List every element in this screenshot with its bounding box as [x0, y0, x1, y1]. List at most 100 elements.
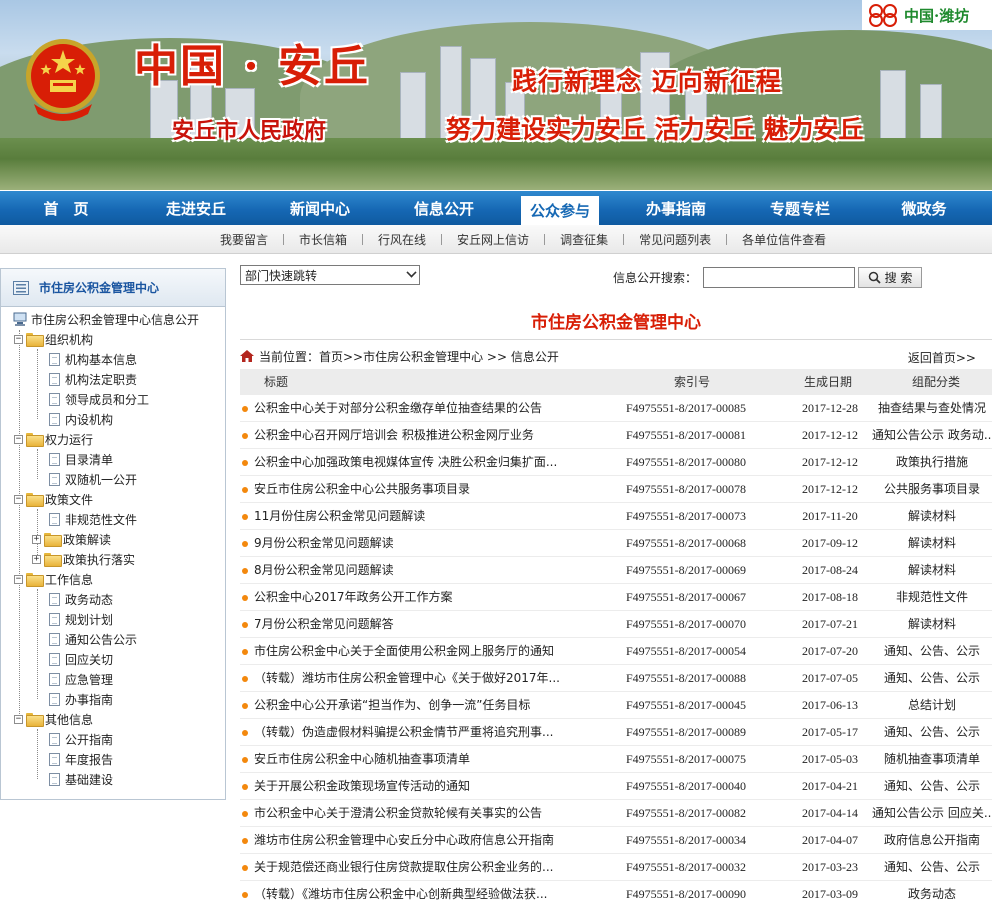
table-row[interactable]: 市住房公积金中心关于全面使用公积金网上服务厅的通知 F4975551-8/2017…	[240, 638, 992, 665]
table-row[interactable]: 关于开展公积金政策现场宣传活动的通知 F4975551-8/2017-00040 2…	[240, 773, 992, 800]
row-title-link[interactable]: 11月份住房公积金常见问题解读	[254, 503, 584, 530]
row-title-link[interactable]: 关于开展公积金政策现场宣传活动的通知	[254, 773, 584, 800]
table-row[interactable]: 8月份公积金常见问题解读 F4975551-8/2017-00069 2017-08…	[240, 557, 992, 584]
tree-item-plans[interactable]: 规划计划	[49, 609, 113, 629]
tree-item-internal-units[interactable]: 内设机构	[49, 409, 113, 429]
tree-item-catalog-list[interactable]: 目录清单	[49, 449, 113, 469]
collapse-icon[interactable]: −	[14, 714, 23, 724]
row-title-link[interactable]: 9月份公积金常见问题解读	[254, 530, 584, 557]
document-icon	[49, 652, 60, 666]
nav-service-guide[interactable]: 办事指南	[614, 191, 738, 225]
tree-group-power-operation[interactable]: − 权力运行	[14, 429, 93, 449]
subnav-online-petition[interactable]: 安丘网上信访	[457, 231, 529, 248]
table-row[interactable]: 公积金中心加强政策电视媒体宣传 决胜公积金归集扩面... F4975551-8/2…	[240, 449, 992, 476]
row-title-link[interactable]: 潍坊市住房公积金管理中心安丘分中心政府信息公开指南	[254, 827, 584, 854]
row-title-link[interactable]: 公积金中心公开承诺“担当作为、创争一流”任务目标	[254, 692, 584, 719]
table-row[interactable]: 公积金中心公开承诺“担当作为、创争一流”任务目标 F4975551-8/2017-…	[240, 692, 992, 719]
table-row[interactable]: 公积金中心关于对部分公积金缴存单位抽查结果的公告 F4975551-8/2017-…	[240, 395, 992, 422]
collapse-icon[interactable]: −	[14, 574, 23, 584]
row-title-link[interactable]: 安丘市住房公积金中心公共服务事项目录	[254, 476, 584, 503]
nav-about-anqiu[interactable]: 走进安丘	[134, 191, 258, 225]
tree-item-infrastructure[interactable]: 基础建设	[49, 769, 113, 789]
row-title-link[interactable]: 安丘市住房公积金中心随机抽查事项清单	[254, 746, 584, 773]
row-title-link[interactable]: 市公积金中心关于澄清公积金贷款轮候有关事实的公告	[254, 800, 584, 827]
tree-group-other-info[interactable]: − 其他信息	[14, 709, 93, 729]
tree-item-statutory-duties[interactable]: 机构法定职责	[49, 369, 137, 389]
subnav-unit-letters[interactable]: 各单位信件查看	[742, 231, 826, 248]
tree-item-policy-implementation[interactable]: + 政策执行落实	[32, 549, 135, 569]
table-row[interactable]: 公积金中心召开网厅培训会 积极推进公积金网厅业务 F4975551-8/2017-…	[240, 422, 992, 449]
row-title-link[interactable]: 公积金中心加强政策电视媒体宣传 决胜公积金归集扩面...	[254, 449, 584, 476]
tree-item-nonnormative-docs[interactable]: 非规范性文件	[49, 509, 137, 529]
expand-icon[interactable]: +	[32, 554, 41, 564]
subnav-mayor-mailbox[interactable]: 市长信箱	[299, 231, 347, 248]
tree-item-policy-interpretation[interactable]: + 政策解读	[32, 529, 111, 549]
table-row[interactable]: （转载）潍坊市住房公积金管理中心《关于做好2017年... F4975551-8/…	[240, 665, 992, 692]
table-row[interactable]: 公积金中心2017年政务公开工作方案 F4975551-8/2017-00067 2…	[240, 584, 992, 611]
row-title-link[interactable]: 公积金中心2017年政务公开工作方案	[254, 584, 584, 611]
nav-public-participation[interactable]: 公众参与	[521, 196, 599, 225]
tree-item-service-guide[interactable]: 办事指南	[49, 689, 113, 709]
row-title-link[interactable]: （转载）伪造虚假材料骗提公积金情节严重将追究刑事...	[254, 719, 584, 746]
table-row[interactable]: 关于规范偿还商业银行住房贷款提取住房公积金业务的... F4975551-8/20…	[240, 854, 992, 881]
collapse-icon[interactable]: −	[14, 334, 23, 344]
tree-item-label: 非规范性文件	[65, 512, 138, 527]
nav-special-topics[interactable]: 专题专栏	[738, 191, 862, 225]
row-title-link[interactable]: （转载）《潍坊市住房公积金中心创新典型经验做法获...	[254, 881, 584, 905]
tree-group-policy-docs[interactable]: − 政策文件	[14, 489, 93, 509]
subnav-leave-message[interactable]: 我要留言	[220, 231, 268, 248]
search-button[interactable]: 搜 索	[858, 267, 922, 288]
row-category: 通知、公告、公示	[883, 725, 980, 739]
row-title-link[interactable]: 市住房公积金中心关于全面使用公积金网上服务厅的通知	[254, 638, 584, 665]
row-title-link[interactable]: 7月份公积金常见问题解答	[254, 611, 584, 638]
row-title-link[interactable]: （转载）潍坊市住房公积金管理中心《关于做好2017年...	[254, 665, 584, 692]
tree-connector	[37, 729, 38, 779]
tree-item-annual-report[interactable]: 年度报告	[49, 749, 113, 769]
row-title-link[interactable]: 8月份公积金常见问题解读	[254, 557, 584, 584]
table-row[interactable]: （转载）《潍坊市住房公积金中心创新典型经验做法获... F4975551-8/20…	[240, 881, 992, 905]
nav-info-disclosure[interactable]: 信息公开	[382, 191, 506, 225]
table-row[interactable]: 7月份公积金常见问题解答 F4975551-8/2017-00070 2017-07…	[240, 611, 992, 638]
weifang-partner-link[interactable]: 中国·潍坊	[862, 0, 992, 30]
table-row[interactable]: 9月份公积金常见问题解读 F4975551-8/2017-00068 2017-09…	[240, 530, 992, 557]
table-row[interactable]: （转载）伪造虚假材料骗提公积金情节严重将追究刑事... F4975551-8/20…	[240, 719, 992, 746]
row-title-link[interactable]: 关于规范偿还商业银行住房贷款提取住房公积金业务的...	[254, 854, 584, 881]
table-row[interactable]: 安丘市住房公积金中心随机抽查事项清单 F4975551-8/2017-00075 2…	[240, 746, 992, 773]
nav-micro-government[interactable]: 微政务	[862, 191, 986, 225]
table-row[interactable]: 潍坊市住房公积金管理中心安丘分中心政府信息公开指南 F4975551-8/2017…	[240, 827, 992, 854]
document-icon	[49, 672, 60, 686]
search-icon	[868, 271, 881, 284]
dept-quick-jump-select[interactable]: 部门快速跳转	[240, 265, 420, 285]
tree-item-gov-news[interactable]: 政务动态	[49, 589, 113, 609]
tree-group-work-info[interactable]: − 工作信息	[14, 569, 93, 589]
expand-icon[interactable]: +	[32, 534, 41, 544]
collapse-icon[interactable]: −	[14, 434, 23, 444]
sidebar-header: 市住房公积金管理中心	[1, 269, 225, 307]
tree-item-notices[interactable]: 通知公告公示	[49, 629, 137, 649]
search-input[interactable]	[703, 267, 855, 288]
row-index-number: F4975551-8/2017-00073	[626, 509, 746, 523]
tree-item-disclosure-guide[interactable]: 公开指南	[49, 729, 113, 749]
table-row[interactable]: 市公积金中心关于澄清公积金贷款轮候有关事实的公告 F4975551-8/2017-…	[240, 800, 992, 827]
row-index-number: F4975551-8/2017-00082	[626, 806, 746, 820]
subnav-conduct-online[interactable]: 行风在线	[378, 231, 426, 248]
subnav-survey[interactable]: 调查征集	[560, 231, 608, 248]
row-title-link[interactable]: 公积金中心召开网厅培训会 积极推进公积金网厅业务	[254, 422, 584, 449]
tree-item-basic-info[interactable]: 机构基本信息	[49, 349, 137, 369]
row-category: 通知、公告、公示	[883, 671, 980, 685]
back-home-link[interactable]: 返回首页>>	[908, 349, 976, 366]
tree-item-responses[interactable]: 回应关切	[49, 649, 113, 669]
collapse-icon[interactable]: −	[14, 494, 23, 504]
breadcrumb-text[interactable]: 当前位置：首页>>市住房公积金管理中心 >> 信息公开	[259, 348, 559, 365]
tree-root[interactable]: 市住房公积金管理中心信息公开	[13, 309, 199, 329]
tree-item-emergency[interactable]: 应急管理	[49, 669, 113, 689]
table-row[interactable]: 安丘市住房公积金中心公共服务事项目录 F4975551-8/2017-00078 2…	[240, 476, 992, 503]
nav-home[interactable]: 首 页	[4, 191, 128, 225]
tree-item-double-random[interactable]: 双随机一公开	[49, 469, 137, 489]
tree-item-leadership[interactable]: 领导成员和分工	[49, 389, 149, 409]
nav-news-center[interactable]: 新闻中心	[258, 191, 382, 225]
table-row[interactable]: 11月份住房公积金常见问题解读 F4975551-8/2017-00073 2017…	[240, 503, 992, 530]
row-title-link[interactable]: 公积金中心关于对部分公积金缴存单位抽查结果的公告	[254, 395, 584, 422]
tree-group-org-structure[interactable]: − 组织机构	[14, 329, 93, 349]
subnav-faq-list[interactable]: 常见问题列表	[639, 231, 711, 248]
